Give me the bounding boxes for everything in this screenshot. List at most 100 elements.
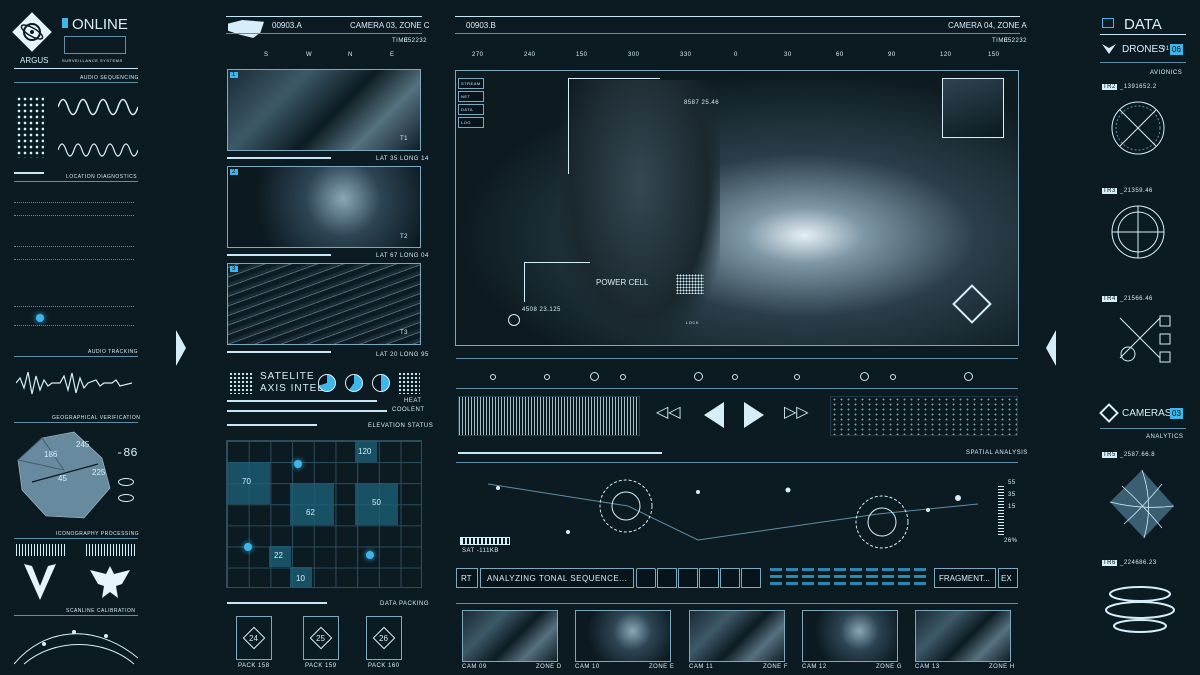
cam-zone: ZONE G bbox=[876, 664, 903, 670]
timeline-node[interactable] bbox=[794, 374, 800, 380]
spatial-label: SPATIAL ANALYSIS bbox=[966, 450, 1028, 456]
feed-number: 3 bbox=[230, 266, 238, 272]
feed-coords: LAT 35 LONG 14 bbox=[376, 156, 429, 162]
data-title: DATA bbox=[1124, 16, 1162, 33]
pack-label: PACK 158 bbox=[238, 663, 270, 669]
elevation-value: 120 bbox=[358, 447, 372, 456]
cam-strip-rule bbox=[456, 603, 1018, 604]
timeline-node[interactable] bbox=[694, 372, 703, 381]
left-expand-arrow[interactable] bbox=[176, 330, 186, 366]
avionics-crosshair bbox=[1119, 315, 1171, 363]
ruler-tick: 150 bbox=[988, 52, 1000, 58]
section-rule bbox=[14, 181, 138, 182]
clock-icon[interactable] bbox=[636, 568, 656, 588]
waveform-left bbox=[458, 396, 640, 436]
data-indicator bbox=[1102, 18, 1114, 28]
elevation-marker bbox=[294, 460, 302, 468]
menu-log[interactable]: LOG bbox=[458, 117, 484, 128]
camera-thumb-12[interactable] bbox=[802, 610, 898, 662]
wings-emblem-icon bbox=[24, 564, 56, 600]
feed-progress bbox=[227, 351, 331, 353]
sat-pie-1-icon bbox=[318, 374, 336, 392]
avionics-label: AVIONICS bbox=[1150, 70, 1183, 76]
play-button[interactable] bbox=[744, 402, 764, 428]
camera-thumb-13[interactable] bbox=[915, 610, 1011, 662]
menu-stream[interactable]: STREAM bbox=[458, 78, 484, 89]
right-collapse-arrow[interactable] bbox=[1046, 330, 1056, 366]
timeline-node[interactable] bbox=[620, 374, 626, 380]
elevation-bar bbox=[227, 424, 317, 426]
menu-data[interactable]: DATA bbox=[458, 104, 484, 115]
elevation-label: ELEVATION STATUS bbox=[368, 423, 434, 429]
section-audio-sequencing: AUDIO SEQUENCING bbox=[80, 75, 139, 81]
diagnostic-strip-2 bbox=[14, 246, 134, 260]
diagnostic-strip-3 bbox=[14, 306, 134, 326]
clock-icon[interactable] bbox=[678, 568, 698, 588]
feed-number: 2 bbox=[230, 169, 238, 175]
section-audio-tracking: AUDIO TRACKING bbox=[88, 349, 138, 355]
usa-map-icon bbox=[228, 20, 264, 38]
main-ruler: 270 240 150 300 330 0 30 60 90 120 150 bbox=[470, 52, 1000, 66]
power-cell-bracket bbox=[524, 262, 590, 302]
timeline-node[interactable] bbox=[890, 374, 896, 380]
readout-tag: TR5 bbox=[1102, 452, 1117, 458]
rewind-button[interactable]: ◁◁ bbox=[656, 402, 681, 422]
compass-w: W bbox=[306, 52, 313, 58]
section-geographical-verification: GEOGRAPHICAL VERIFICATION bbox=[52, 415, 141, 421]
clock-icon[interactable] bbox=[741, 568, 761, 588]
scanline-curve bbox=[14, 630, 138, 665]
readout-tag: TR3 bbox=[1102, 188, 1117, 194]
camera-thumb-09[interactable] bbox=[462, 610, 558, 662]
clock-icon[interactable] bbox=[657, 568, 677, 588]
main-time: 052232 bbox=[1004, 38, 1028, 44]
lock-grid-icon bbox=[676, 274, 704, 294]
timeline-node[interactable] bbox=[732, 374, 738, 380]
readout-value: _21566.46 bbox=[1120, 296, 1153, 302]
camera-thumb-11[interactable] bbox=[689, 610, 785, 662]
main-camera-label: CAMERA 04, ZONE A bbox=[948, 21, 1027, 30]
fast-forward-button[interactable]: ▷▷ bbox=[784, 402, 809, 422]
main-header-rule bbox=[455, 33, 1020, 34]
satellite-feed-2[interactable] bbox=[227, 166, 421, 248]
clock-icon[interactable] bbox=[699, 568, 719, 588]
timeline-node[interactable] bbox=[490, 374, 496, 380]
play-back-button[interactable] bbox=[704, 402, 724, 428]
timeline-rule bbox=[456, 388, 1018, 389]
mid-header-rule bbox=[226, 16, 422, 17]
satellite-feed-1[interactable] bbox=[227, 69, 421, 151]
section-rule bbox=[14, 422, 138, 423]
timeline-node[interactable] bbox=[544, 374, 550, 380]
timeline-node[interactable] bbox=[590, 372, 599, 381]
heat-bar bbox=[227, 400, 377, 402]
timeline-node[interactable] bbox=[964, 372, 973, 381]
analytics-wireframe bbox=[1109, 469, 1175, 539]
coord-readout-1: 8587 25.46 bbox=[684, 100, 720, 106]
mid-time: 052232 bbox=[404, 38, 428, 44]
target-reticle-icon bbox=[508, 314, 520, 326]
menu-net[interactable]: NET bbox=[458, 91, 484, 102]
signal-meter bbox=[770, 568, 930, 588]
ruler-tick: 270 bbox=[472, 52, 484, 58]
cam-zone: ZONE F bbox=[763, 664, 788, 670]
icon-levels-bar bbox=[86, 544, 136, 556]
main-video-feed[interactable] bbox=[455, 70, 1019, 346]
ruler-tick: 0 bbox=[734, 52, 738, 58]
status-label: ONLINE bbox=[72, 16, 128, 33]
ruler-tick: 240 bbox=[524, 52, 536, 58]
readout-tag: TR2 bbox=[1102, 84, 1117, 90]
clock-icon[interactable] bbox=[720, 568, 740, 588]
pack-value: 24 bbox=[249, 634, 258, 643]
timeline-node[interactable] bbox=[860, 372, 869, 381]
pip-window[interactable] bbox=[942, 78, 1004, 138]
camera-thumb-10[interactable] bbox=[575, 610, 671, 662]
geo-value-4: 45 bbox=[58, 474, 67, 483]
right-header-rule bbox=[1100, 34, 1186, 35]
status-barcode bbox=[64, 36, 126, 54]
location-target-icon bbox=[36, 314, 44, 322]
satellite-feed-3[interactable] bbox=[227, 263, 421, 345]
geo-readout: -86 bbox=[116, 446, 138, 460]
eye-icon bbox=[118, 494, 134, 502]
data-packing-label: DATA PACKING bbox=[380, 601, 430, 607]
drones-icon bbox=[1102, 44, 1116, 54]
avionics-compass-2 bbox=[1111, 205, 1165, 259]
